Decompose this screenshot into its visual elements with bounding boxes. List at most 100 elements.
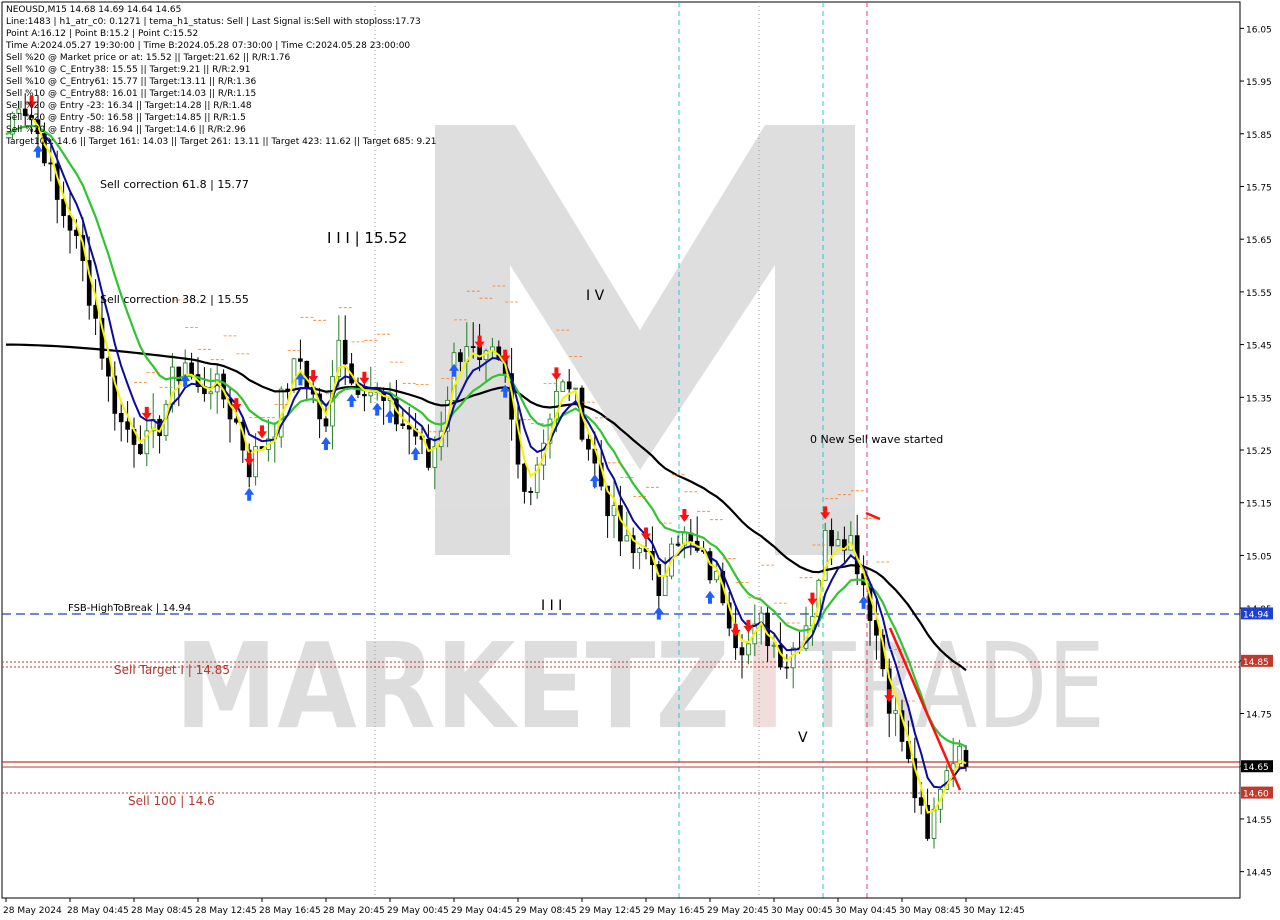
header-line: Sell %20 @ Market price or at: 15.52 || …	[6, 53, 290, 63]
candle-body	[931, 808, 937, 839]
candle-body	[746, 643, 751, 656]
y-tick-label: 14.55	[1246, 816, 1272, 826]
wave-iii-label: I I I | 15.52	[327, 229, 407, 247]
candle-body	[298, 358, 303, 362]
watermark-marketz: MARKETZ	[175, 617, 730, 755]
sell-correction-618: Sell correction 61.8 | 15.77	[100, 178, 249, 191]
sell-target-label: Sell Target I | 14.85	[114, 663, 230, 677]
candle-body	[400, 423, 406, 426]
candle-body	[118, 412, 124, 423]
candle-body	[208, 391, 214, 395]
x-tick-label: 30 May 08:45	[899, 906, 961, 916]
candle-body	[67, 215, 73, 231]
y-tick-label: 15.85	[1246, 131, 1272, 141]
header-line: NEOUSD,M15 14.68 14.69 14.64 14.65	[6, 5, 181, 15]
y-tick-label: 15.95	[1246, 78, 1272, 88]
header-line: Sell %10 @ C_Entry88: 16.01 || Target:14…	[6, 89, 256, 99]
candle-body	[675, 543, 681, 546]
candle-body	[771, 644, 777, 647]
x-tick-label: 29 May 00:45	[387, 906, 449, 916]
new-sell-wave-label: 0 New Sell wave started	[810, 433, 943, 446]
candle-body	[963, 750, 969, 767]
candle-body	[662, 575, 668, 596]
x-tick-label: 30 May 00:45	[771, 906, 833, 916]
header-line: Sell %20 @ Entry -88: 16.94 || Target:14…	[6, 125, 246, 135]
header-line: Line:1483 | h1_atr_c0: 0.1271 | tema_h1_…	[6, 17, 421, 27]
sell-correction-382: Sell correction 38.2 | 15.55	[100, 293, 249, 306]
candle-body	[918, 797, 924, 806]
candle-body	[189, 362, 194, 376]
header-line: Sell %10 @ C_Entry61: 15.77 || Target:13…	[6, 77, 256, 87]
y-tick-label: 15.35	[1246, 394, 1272, 404]
candle-body	[618, 505, 623, 542]
candle-body	[829, 530, 834, 547]
x-tick-label: 29 May 20:45	[707, 906, 769, 916]
y-tick-label: 15.15	[1246, 500, 1272, 510]
x-tick-label: 28 May 16:45	[259, 906, 321, 916]
wave-iii-low-label: I I I	[541, 598, 562, 614]
x-tick-label: 30 May 12:45	[963, 906, 1025, 916]
price-tag-value: 14.94	[1243, 610, 1269, 620]
candle-body	[470, 346, 476, 348]
x-tick-label: 29 May 12:45	[579, 906, 641, 916]
candle-body	[739, 647, 745, 656]
y-tick-label: 15.25	[1246, 447, 1272, 457]
wave-v-label: V	[798, 730, 808, 746]
x-tick-label: 30 May 04:45	[835, 906, 897, 916]
x-tick-label: 28 May 2024	[3, 906, 62, 916]
x-tick-label: 29 May 16:45	[643, 906, 705, 916]
y-tick-label: 14.75	[1246, 711, 1272, 721]
candle-body	[637, 548, 642, 554]
candle-body	[368, 391, 374, 397]
sell-100-label: Sell 100 | 14.6	[128, 794, 215, 808]
candle-body	[835, 539, 841, 547]
header-line: Target100: 14.6 || Target 161: 14.03 || …	[5, 137, 437, 147]
x-tick-label: 29 May 04:45	[451, 906, 513, 916]
candle-body	[304, 360, 310, 388]
y-tick-label: 16.05	[1246, 25, 1272, 35]
y-tick-label: 15.05	[1246, 552, 1272, 562]
header-line: Point A:16.12 | Point B:15.2 | Point C:1…	[6, 29, 198, 39]
y-tick-label: 15.65	[1246, 236, 1272, 246]
price-tag-value: 14.65	[1243, 763, 1269, 773]
watermark-trade: TRADE	[799, 617, 1105, 755]
candle-body	[573, 387, 578, 390]
candle-body	[560, 381, 566, 392]
candle-body	[477, 346, 482, 361]
candle-body	[522, 463, 527, 492]
candle-body	[125, 421, 130, 430]
candle-body	[566, 381, 572, 390]
price-chart: MARKETZ I TRADE FSB-HighToBreak | 14.94 …	[0, 0, 1280, 920]
x-tick-label: 28 May 04:45	[67, 906, 129, 916]
candle-body	[323, 418, 329, 427]
header-line: Time A:2024.05.27 19:30:00 | Time B:2024…	[5, 41, 410, 51]
candle-body	[458, 352, 463, 362]
x-tick-label: 28 May 08:45	[131, 906, 193, 916]
candle-body	[138, 444, 143, 455]
fsb-label: FSB-HighToBreak | 14.94	[68, 603, 191, 614]
x-tick-label: 29 May 08:45	[515, 906, 577, 916]
y-tick-label: 14.45	[1246, 869, 1272, 879]
candle-body	[528, 491, 534, 493]
candle-body	[893, 710, 898, 714]
candle-body	[426, 438, 431, 468]
header-line: Sell %10 @ C_Entry38: 15.55 || Target:9.…	[6, 65, 251, 75]
x-tick-label: 28 May 12:45	[195, 906, 257, 916]
candle-body	[784, 666, 790, 669]
candle-body	[624, 535, 630, 542]
x-tick-label: 28 May 20:45	[323, 906, 385, 916]
y-tick-label: 15.45	[1246, 342, 1272, 352]
price-tag-value: 14.85	[1243, 658, 1269, 668]
wave-iv-label: I V	[586, 288, 605, 304]
candle-body	[611, 505, 617, 517]
candle-body	[586, 438, 591, 450]
header-line: Sell %20 @ Entry -23: 16.34 || Target:14…	[6, 101, 252, 111]
header-line: Sell %20 @ Entry -50: 16.58 || Target:14…	[6, 113, 246, 123]
candle-body	[48, 162, 54, 165]
candle-body	[342, 339, 348, 365]
candle-body	[790, 647, 796, 669]
candle-body	[362, 394, 367, 397]
y-tick-label: 15.75	[1246, 183, 1272, 193]
price-tag-value: 14.60	[1243, 790, 1269, 800]
y-tick-label: 15.55	[1246, 289, 1272, 299]
